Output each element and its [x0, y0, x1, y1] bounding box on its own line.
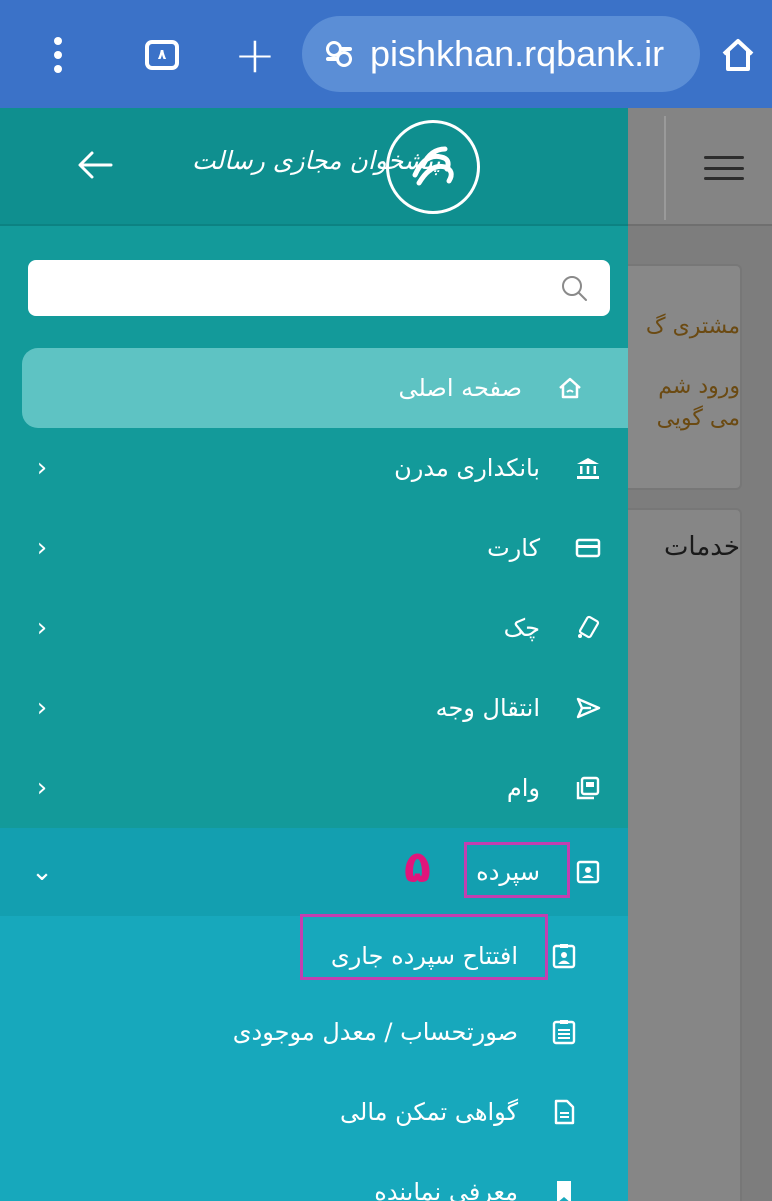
menu-item-home[interactable]: صفحه اصلی: [22, 348, 628, 428]
document-icon: [548, 1096, 580, 1128]
submenu-item-label: معرفی نماینده: [374, 1178, 518, 1201]
url-text: pishkhan.rqbank.ir: [370, 33, 665, 74]
menu-item-card[interactable]: › کارت: [0, 508, 628, 588]
hamburger-menu-icon[interactable]: [704, 156, 744, 180]
clipboard-icon: [548, 1016, 580, 1048]
submenu-item-representative[interactable]: معرفی نماینده: [0, 1152, 628, 1201]
step-number: ۵: [404, 842, 431, 893]
menu-item-label: صفحه اصلی: [398, 374, 522, 402]
menu-item-loan[interactable]: › وام: [0, 748, 628, 828]
navigation-drawer: پیشخوان مجازی رسالت صفحه اصلی › بانکداری…: [0, 108, 628, 1201]
menu-item-label: انتقال وجه: [435, 694, 540, 722]
address-bar[interactable]: pishkhan.rqbank.ir: [302, 16, 700, 92]
submenu-item-statement[interactable]: صورتحساب / معدل موجودی: [0, 992, 628, 1072]
submenu-item-financial-cert[interactable]: گواهی تمکن مالی: [0, 1072, 628, 1152]
bank-icon: [572, 452, 604, 484]
back-arrow-icon[interactable]: [72, 142, 118, 188]
drawer-header: پیشخوان مجازی رسالت: [0, 108, 628, 226]
bookmark-icon: [548, 1176, 580, 1201]
chevron-right-icon: ›: [36, 533, 48, 563]
bank-logo: [386, 120, 480, 214]
menu-item-modern-banking[interactable]: › بانکداری مدرن: [0, 428, 628, 508]
brand-name: پیشخوان مجازی رسالت: [192, 146, 441, 175]
tab-switcher-button[interactable]: ٨: [134, 20, 190, 90]
submenu-item-label: گواهی تمکن مالی: [340, 1098, 518, 1126]
menu-item-label: بانکداری مدرن: [394, 454, 540, 482]
menu-search-input[interactable]: [28, 260, 610, 316]
menu-item-cheque[interactable]: › چک: [0, 588, 628, 668]
chevron-right-icon: ›: [36, 693, 48, 723]
home-icon: [554, 372, 586, 404]
send-icon: [572, 692, 604, 724]
credit-card-icon: [572, 532, 604, 564]
chevron-down-icon: ⌄: [31, 857, 53, 887]
highlight-box-open-current: [300, 914, 548, 980]
submenu-item-label: صورتحساب / معدل موجودی: [232, 1018, 518, 1046]
search-icon: [562, 276, 587, 301]
menu-item-label: کارت: [487, 534, 540, 562]
loan-icon: [572, 772, 604, 804]
cheque-icon: [572, 612, 604, 644]
menu-item-label: وام: [506, 774, 540, 802]
chevron-right-icon: ›: [36, 773, 48, 803]
deposit-icon: [572, 856, 604, 888]
services-title: خدمات: [663, 532, 740, 562]
site-settings-icon[interactable]: [316, 41, 362, 67]
account-icon: [548, 940, 580, 972]
new-tab-icon[interactable]: +: [225, 20, 285, 90]
home-icon[interactable]: [710, 20, 766, 90]
browser-toolbar: ٨ + pishkhan.rqbank.ir: [0, 0, 772, 108]
highlight-box-deposit: [464, 842, 570, 898]
chevron-right-icon: ›: [36, 613, 48, 643]
menu-item-transfer[interactable]: › انتقال وجه: [0, 668, 628, 748]
menu-item-label: چک: [503, 614, 540, 642]
chevron-right-icon: ›: [36, 453, 48, 483]
more-options-icon[interactable]: [30, 20, 86, 90]
tab-count: ٨: [145, 40, 179, 70]
